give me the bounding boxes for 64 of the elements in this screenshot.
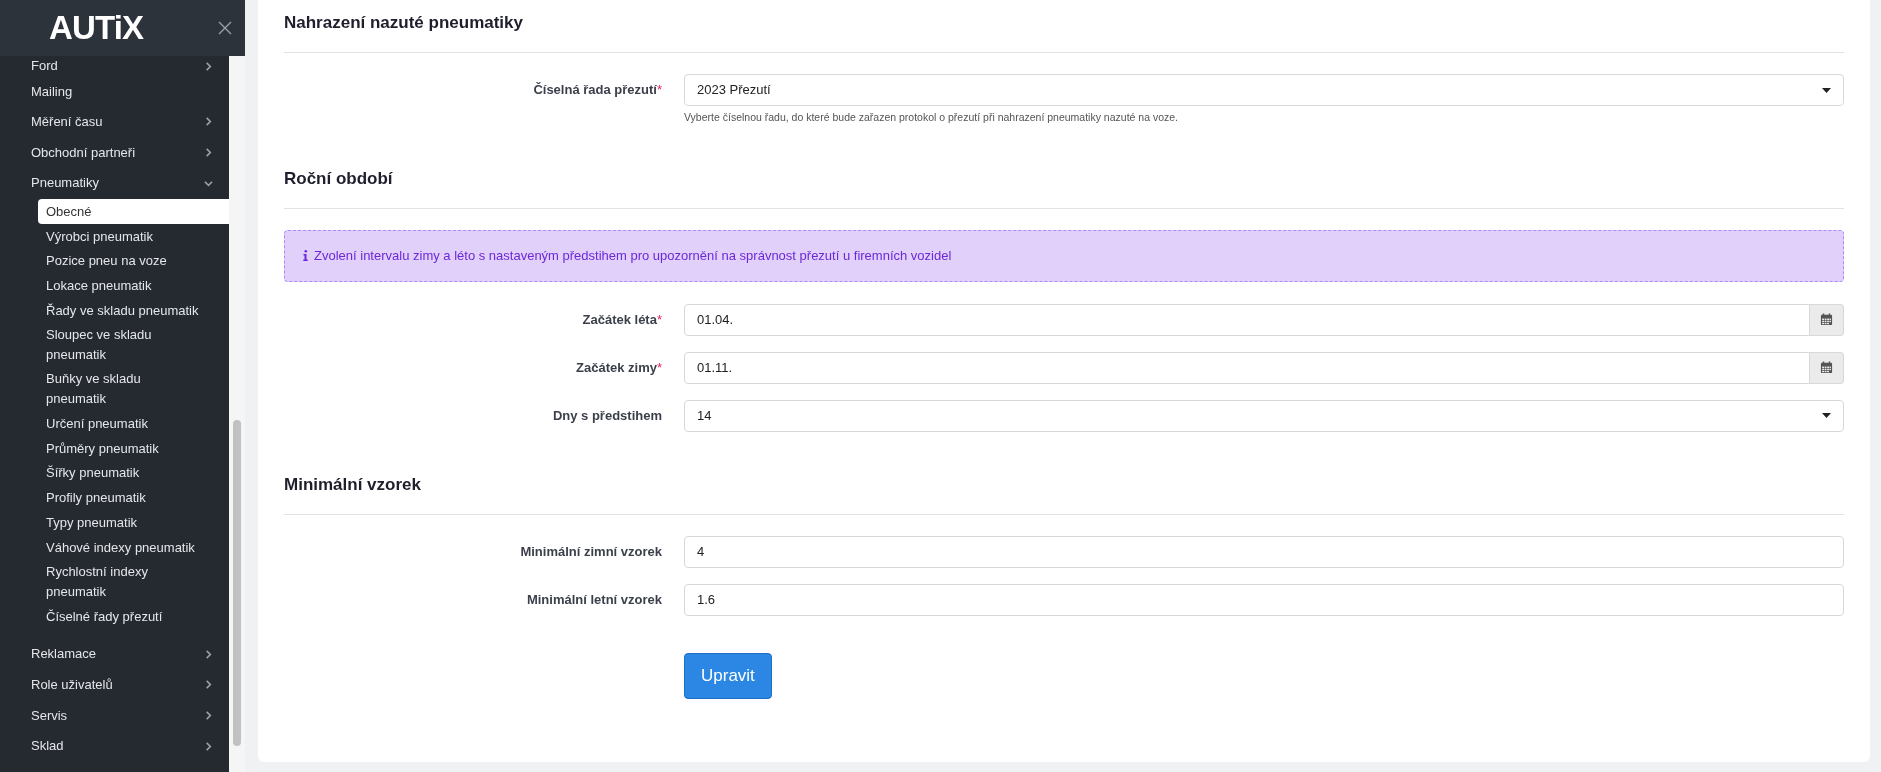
chevron-right-icon xyxy=(204,710,213,720)
field-label: Dny s předstihem xyxy=(552,407,662,425)
sidebar-item[interactable]: Reklamace xyxy=(0,638,229,670)
sidebar-item[interactable]: Pneumatiky xyxy=(0,167,229,199)
input-field[interactable]: 4 xyxy=(684,535,1844,568)
sidebar-item[interactable]: Obchodní partneři xyxy=(0,137,229,168)
sidebar-item[interactable]: Měření času xyxy=(0,106,229,138)
submenu-item[interactable]: Pozice pneu na voze xyxy=(38,248,229,274)
calendar-icon xyxy=(1820,313,1833,327)
calendar-button[interactable] xyxy=(1810,303,1844,336)
submenu-item[interactable]: Výrobci pneumatik xyxy=(38,224,229,249)
close-icon xyxy=(218,21,232,35)
submenu-item[interactable]: Šířky pneumatik xyxy=(38,460,229,486)
section-heading: Roční období xyxy=(284,167,394,190)
field-label: Začátek léta xyxy=(582,311,657,329)
required-asterisk: * xyxy=(656,359,662,377)
submenu-item[interactable]: Lokace pneumatik xyxy=(38,273,229,299)
field-label: Minimální zimní vzorek xyxy=(520,543,662,561)
input-field[interactable]: 1.6 xyxy=(684,583,1844,616)
caret-down-icon xyxy=(1822,87,1831,93)
alert-text: Zvolení intervalu zimy a léto s nastaveným předstihem pro upozornění na správnost přezutí u firemních vozidel xyxy=(314,247,952,265)
sidebar-item[interactable]: Servis xyxy=(0,700,229,731)
submenu-item[interactable]: Typy pneumatik xyxy=(38,510,229,536)
brand-logo: AUTiX xyxy=(49,8,144,49)
chevron-right-icon xyxy=(204,680,213,690)
submit-button[interactable]: Upravit xyxy=(684,652,772,699)
submenu-item[interactable]: Průměry pneumatik xyxy=(38,436,229,461)
help-text: Vyberte číselnou řadu, do které bude zařazen protokol o přezutí při nahrazení pneumatiky nazuté na voze. xyxy=(684,110,1179,125)
info-icon xyxy=(303,250,308,262)
chevron-right-icon xyxy=(204,649,213,659)
close-button[interactable] xyxy=(217,20,233,36)
sidebar-item[interactable]: Ford xyxy=(0,56,229,76)
caret-down-icon xyxy=(1822,413,1831,419)
field-label: Číselná řada přezutí xyxy=(533,81,657,100)
section-heading: Nahrazení nazuté pneumatiky xyxy=(284,12,524,34)
date-field[interactable]: 01.04. xyxy=(684,303,1810,336)
submenu-item[interactable]: Řady ve skladu pneumatik xyxy=(38,298,229,324)
calendar-icon xyxy=(1820,361,1833,375)
chevron-right-icon xyxy=(204,117,213,127)
select-field[interactable]: 2023 Přezutí xyxy=(684,74,1844,106)
calendar-button[interactable] xyxy=(1810,351,1844,384)
sidebar-item[interactable]: Sklad xyxy=(0,730,229,762)
submenu-item[interactable]: Buňky ve skladu pneumatik xyxy=(38,367,229,412)
submenu-item[interactable]: Profily pneumatik xyxy=(38,485,229,511)
scrollbar-thumb[interactable] xyxy=(233,420,241,746)
field-label: Začátek zimy xyxy=(576,359,657,377)
chevron-right-icon xyxy=(204,741,213,751)
submenu-item[interactable]: Váhové indexy pneumatik xyxy=(38,535,229,561)
chevron-right-icon xyxy=(204,148,213,157)
chevron-down-icon xyxy=(204,178,213,188)
sidebar-item[interactable]: Role uživatelů xyxy=(0,669,229,701)
date-field[interactable]: 01.11. xyxy=(684,351,1810,384)
required-asterisk: * xyxy=(656,311,662,329)
select-field[interactable]: 14 xyxy=(684,399,1844,432)
submenu-item[interactable]: Číselné řady přezutí xyxy=(38,604,229,629)
section-heading: Minimální vzorek xyxy=(284,473,422,496)
submenu-item[interactable]: Rychlostní indexy pneumatik xyxy=(38,560,229,605)
field-label: Minimální letní vzorek xyxy=(526,591,662,609)
required-asterisk: * xyxy=(656,81,662,100)
submenu-item[interactable]: Sloupec ve skladu pneumatik xyxy=(38,323,229,368)
submenu-item[interactable]: Určení pneumatik xyxy=(38,411,229,437)
submenu-item[interactable]: Obecné xyxy=(38,199,229,225)
chevron-right-icon xyxy=(204,61,213,71)
sidebar-item[interactable]: Mailing xyxy=(0,76,229,107)
